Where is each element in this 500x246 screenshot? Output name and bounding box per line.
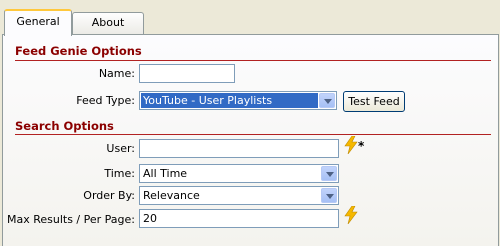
search-options-section-title: Search Options [15,119,114,133]
feed-type-label: Feed Type: [76,94,135,107]
tab-general[interactable]: General [4,9,72,36]
user-input[interactable] [139,139,339,158]
tab-about[interactable]: About [72,12,144,34]
lightning-bolt-icon[interactable] [343,136,359,154]
tab-bar: General About [0,0,500,36]
required-asterisk: * [358,139,365,153]
max-results-label: Max Results / Per Page: [6,213,135,226]
feed-genie-divider [15,60,491,61]
order-by-selected: Relevance [143,189,200,202]
order-by-select[interactable]: Relevance [139,186,339,205]
time-label: Time: [104,167,135,180]
lightning-bolt-icon[interactable] [343,206,359,224]
chevron-down-icon[interactable] [319,93,335,108]
feed-type-selected: YouTube - User Playlists [141,93,318,108]
name-label: Name: [98,67,135,80]
name-input[interactable] [139,64,235,83]
chevron-down-icon[interactable] [321,188,337,203]
feed-type-select[interactable]: YouTube - User Playlists [139,91,337,110]
time-selected: All Time [143,167,188,180]
general-panel: Feed Genie Options Name: Feed Type: YouT… [2,34,499,246]
order-by-label: Order By: [83,189,135,202]
max-results-input[interactable]: 20 [139,209,339,228]
user-label: User: [106,142,135,155]
chevron-down-icon[interactable] [321,166,337,181]
tab-about-label: About [91,16,125,29]
time-select[interactable]: All Time [139,164,339,183]
tab-general-label: General [16,15,60,28]
test-feed-button[interactable]: Test Feed [343,91,405,112]
feed-genie-section-title: Feed Genie Options [15,44,142,58]
search-options-divider [15,134,491,135]
